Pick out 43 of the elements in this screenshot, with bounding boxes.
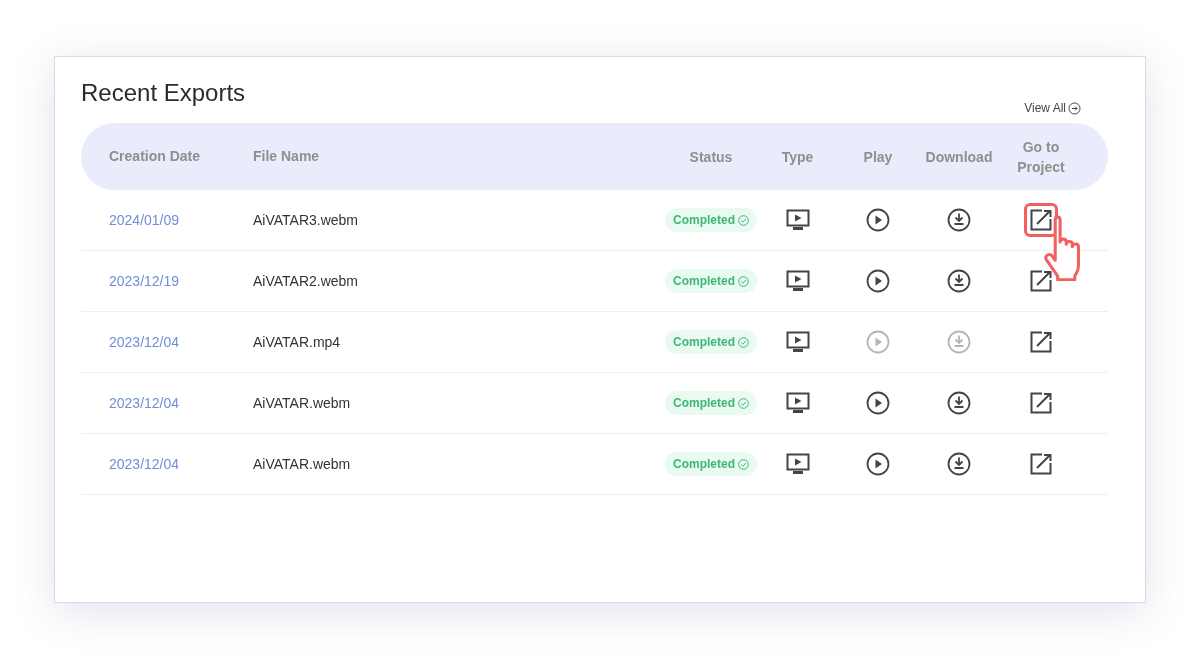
check-circle-icon bbox=[738, 397, 749, 409]
column-header: Go to Project bbox=[1016, 137, 1066, 177]
download-button[interactable] bbox=[947, 391, 971, 415]
creation-date: 2024/01/09 bbox=[109, 210, 181, 230]
file-name: AiVATAR3.webm bbox=[253, 210, 360, 230]
arrow-circle-icon bbox=[1068, 101, 1081, 115]
status-badge: Completed bbox=[665, 208, 757, 232]
status-badge: Completed bbox=[665, 391, 757, 415]
creation-date: 2023/12/04 bbox=[109, 393, 181, 413]
section-title: Recent Exports bbox=[81, 78, 246, 108]
file-name: AiVATAR.mp4 bbox=[253, 332, 342, 352]
status-badge: Completed bbox=[665, 452, 757, 476]
creation-date: 2023/12/19 bbox=[109, 271, 181, 291]
video-screen-icon bbox=[785, 270, 810, 292]
download-button[interactable] bbox=[947, 208, 971, 232]
file-name: AiVATAR.webm bbox=[253, 393, 352, 413]
column-header: Type bbox=[780, 147, 815, 167]
download-button[interactable] bbox=[947, 269, 971, 293]
file-name: AiVATAR2.webm bbox=[253, 271, 360, 291]
creation-date: 2023/12/04 bbox=[109, 454, 181, 474]
play-button[interactable] bbox=[866, 269, 890, 293]
column-header: Creation Date bbox=[109, 148, 201, 164]
video-screen-icon bbox=[785, 453, 810, 475]
file-name: AiVATAR.webm bbox=[253, 454, 352, 474]
column-header: File Name bbox=[253, 148, 320, 164]
play-button[interactable] bbox=[866, 452, 890, 476]
column-header: Play bbox=[862, 147, 894, 167]
check-circle-icon bbox=[738, 336, 749, 348]
video-screen-icon bbox=[785, 331, 810, 353]
video-screen-icon bbox=[785, 392, 810, 414]
play-button[interactable] bbox=[866, 208, 890, 232]
video-screen-icon bbox=[785, 209, 810, 231]
check-circle-icon bbox=[738, 214, 749, 226]
view-all-link[interactable]: View All bbox=[1024, 99, 1081, 117]
check-circle-icon bbox=[738, 275, 749, 287]
column-header: Download bbox=[924, 147, 994, 167]
play-button[interactable] bbox=[866, 391, 890, 415]
status-badge: Completed bbox=[665, 269, 757, 293]
creation-date: 2023/12/04 bbox=[109, 332, 181, 352]
check-circle-icon bbox=[738, 458, 749, 470]
column-header: Status bbox=[688, 147, 734, 167]
status-badge: Completed bbox=[665, 330, 757, 354]
download-button[interactable] bbox=[947, 452, 971, 476]
